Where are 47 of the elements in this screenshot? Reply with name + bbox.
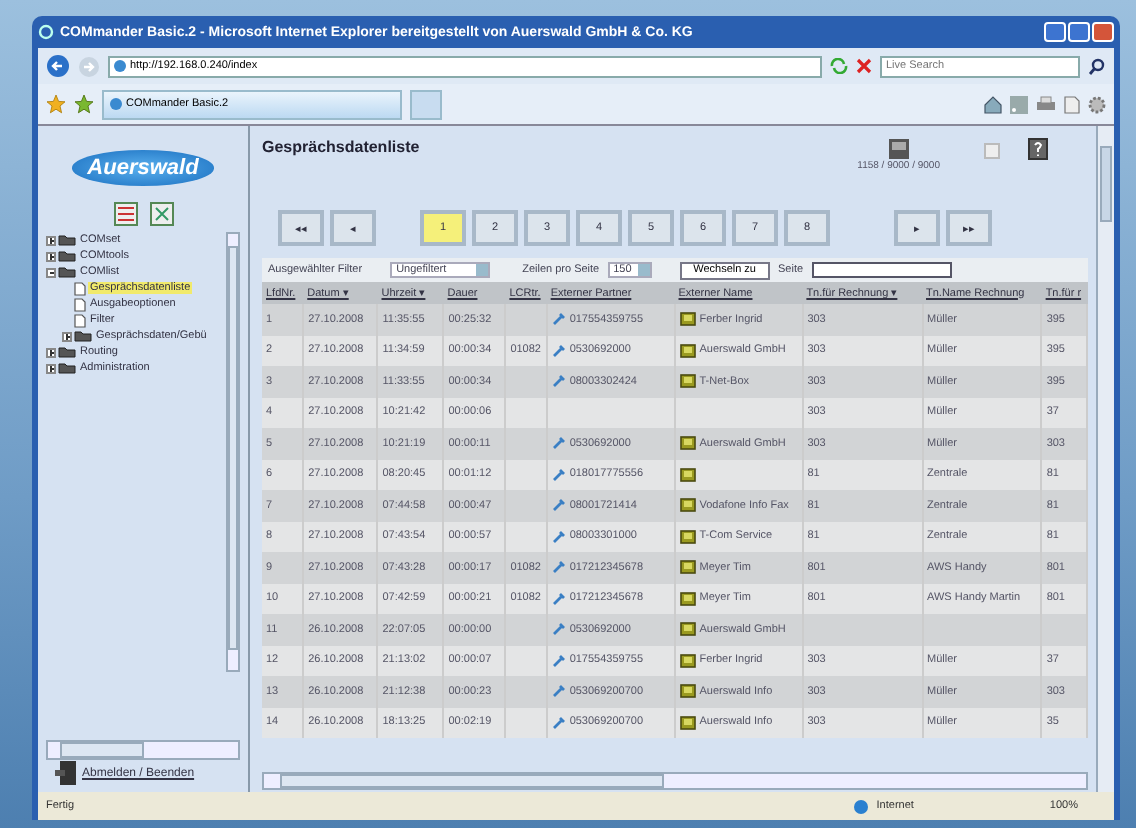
phone-icon: [551, 436, 566, 451]
globe-icon: [854, 799, 869, 813]
expander[interactable]: [46, 267, 56, 277]
storage-icon: [887, 138, 910, 160]
feed-icon[interactable]: [1010, 95, 1028, 113]
phone-icon: [551, 467, 566, 482]
exit-door-icon: [54, 760, 78, 786]
phone-icon: [551, 560, 566, 575]
phone-icon: [551, 591, 566, 606]
list-icon[interactable]: [113, 202, 137, 226]
globe-icon: [114, 60, 126, 72]
scrollbar[interactable]: [226, 232, 240, 672]
printer-icon[interactable]: [1036, 95, 1056, 113]
search-icon[interactable]: [1088, 57, 1106, 75]
refresh-icon[interactable]: [830, 58, 848, 74]
scrollbar[interactable]: [1096, 126, 1114, 792]
globe-icon: [110, 98, 122, 110]
expander[interactable]: [46, 251, 56, 261]
phone-icon: [551, 374, 566, 389]
gear-icon[interactable]: [1088, 95, 1106, 113]
page-field[interactable]: [811, 262, 952, 278]
phone-icon: [551, 312, 566, 327]
expander[interactable]: [46, 235, 56, 245]
star-icon[interactable]: [46, 94, 66, 114]
expander[interactable]: [46, 363, 56, 373]
minimize-button[interactable]: [1044, 22, 1066, 42]
scrollbar[interactable]: [262, 772, 1088, 790]
phone-icon: [551, 529, 566, 544]
logo: Auerswald: [71, 150, 215, 186]
stop-icon[interactable]: [856, 58, 872, 74]
phone-icon: [551, 622, 566, 637]
phone-icon: [551, 684, 566, 699]
phone-icon: [551, 498, 566, 513]
close-button[interactable]: [1092, 22, 1114, 42]
expander[interactable]: [62, 331, 72, 341]
phone-icon: [551, 653, 566, 668]
phone-icon: [551, 715, 566, 730]
maximize-button[interactable]: [1068, 22, 1090, 42]
page-title: Gesprächsdatenliste: [262, 138, 422, 156]
page-icon[interactable]: [1064, 95, 1080, 113]
add-favorite-icon[interactable]: [74, 94, 94, 114]
phone-icon: [551, 343, 566, 358]
expander[interactable]: [46, 347, 56, 357]
back-icon[interactable]: [46, 54, 70, 78]
scrollbar[interactable]: [46, 740, 240, 760]
help-icon[interactable]: [1028, 138, 1048, 160]
home-icon[interactable]: [984, 95, 1002, 113]
